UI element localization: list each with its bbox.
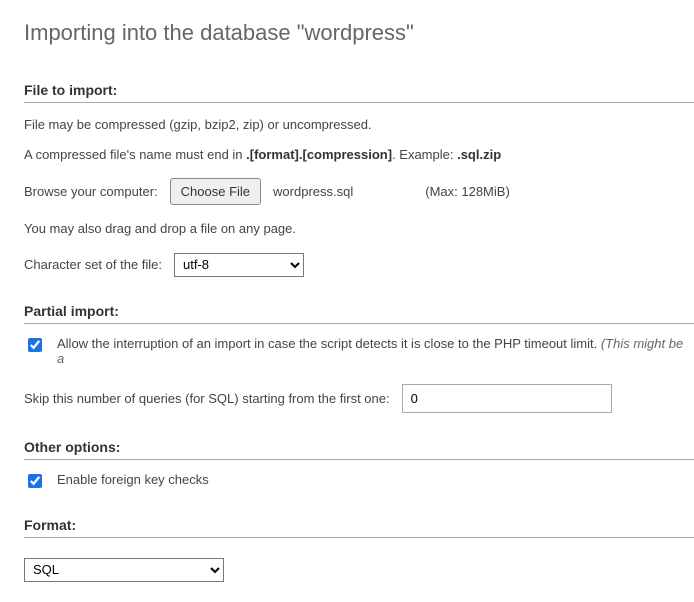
format-select[interactable]: SQL bbox=[24, 558, 224, 582]
skip-queries-label: Skip this number of queries (for SQL) st… bbox=[24, 391, 390, 406]
selected-file-name: wordpress.sql bbox=[273, 184, 353, 199]
allow-interruption-label: Allow the interruption of an import in c… bbox=[57, 336, 694, 366]
compress-hint: File may be compressed (gzip, bzip2, zip… bbox=[24, 115, 694, 135]
max-size-label: (Max: 128MiB) bbox=[425, 184, 510, 199]
page-title: Importing into the database "wordpress" bbox=[24, 20, 694, 46]
browse-label: Browse your computer: bbox=[24, 184, 158, 199]
skip-queries-input[interactable] bbox=[402, 384, 612, 413]
charset-select[interactable]: utf-8 bbox=[174, 253, 304, 277]
other-options-heading: Other options: bbox=[24, 439, 694, 460]
file-import-heading: File to import: bbox=[24, 82, 694, 103]
hint-text: . Example: bbox=[392, 147, 457, 162]
allow-text: Allow the interruption of an import in c… bbox=[57, 336, 601, 351]
foreign-key-checkbox[interactable] bbox=[28, 474, 42, 488]
drag-drop-hint: You may also drag and drop a file on any… bbox=[24, 219, 694, 239]
allow-interruption-checkbox[interactable] bbox=[28, 338, 42, 352]
format-pattern: .[format].[compression] bbox=[246, 147, 392, 162]
charset-label: Character set of the file: bbox=[24, 257, 162, 272]
format-heading: Format: bbox=[24, 517, 694, 538]
foreign-key-label: Enable foreign key checks bbox=[57, 472, 209, 487]
compress-name-hint: A compressed file's name must end in .[f… bbox=[24, 145, 694, 165]
partial-import-heading: Partial import: bbox=[24, 303, 694, 324]
choose-file-button[interactable]: Choose File bbox=[170, 178, 261, 205]
hint-text: A compressed file's name must end in bbox=[24, 147, 246, 162]
format-example: .sql.zip bbox=[457, 147, 501, 162]
